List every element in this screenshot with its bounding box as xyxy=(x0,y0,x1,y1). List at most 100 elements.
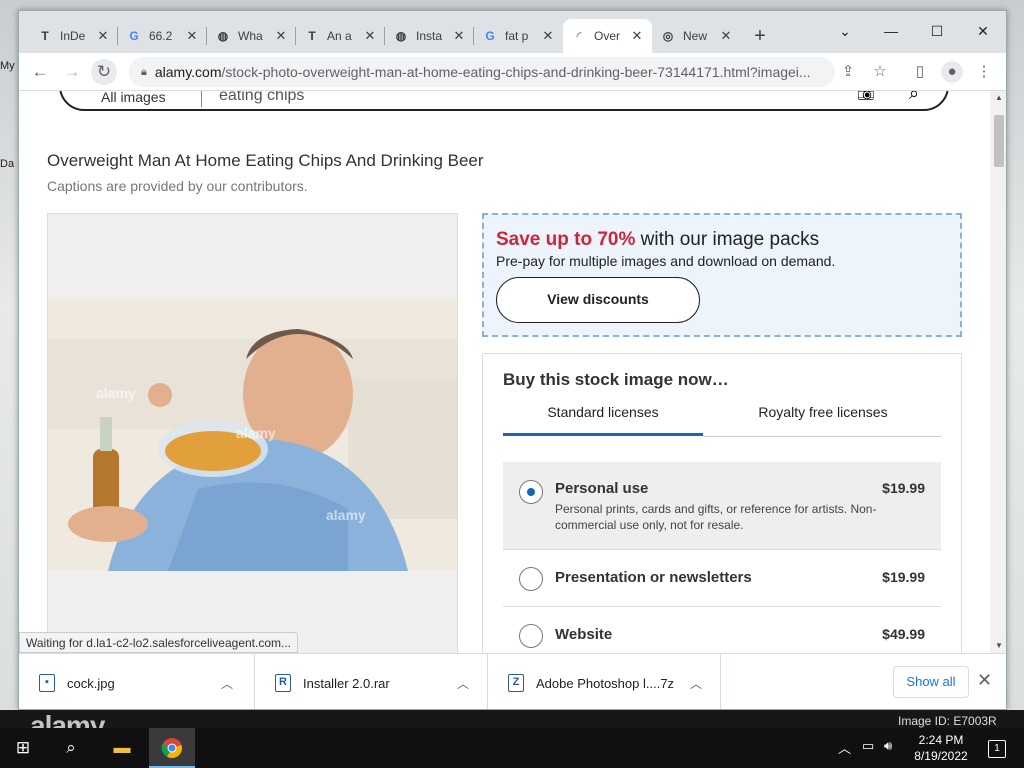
desktop-strip xyxy=(0,710,1024,730)
tab-favicon-icon: T xyxy=(308,29,316,43)
license-option-presentation[interactable]: Presentation or newsletters $19.99 xyxy=(503,550,941,607)
tab-title: Wha xyxy=(238,29,263,43)
close-tab-icon[interactable]: ✕ xyxy=(363,28,377,44)
share-icon[interactable]: ⇪ xyxy=(837,61,859,83)
site-search-bar[interactable]: All images eating chips 📷︎ ⌕ xyxy=(59,91,949,111)
download-item[interactable]: ▪ cock.jpg ︿ xyxy=(19,654,255,709)
archive-file-icon: Z xyxy=(508,674,524,692)
stock-photo[interactable]: alamy alamy alamy xyxy=(48,299,457,571)
radio-presentation[interactable] xyxy=(519,567,543,591)
show-all-downloads-button[interactable]: Show all xyxy=(893,666,969,698)
scroll-down-arrow-icon[interactable]: ▼ xyxy=(990,639,1006,653)
start-windows-icon[interactable]: ⊞ xyxy=(0,728,46,768)
browser-tab[interactable]: ◎ New ✕ xyxy=(652,19,741,53)
close-tab-icon[interactable]: ✕ xyxy=(452,28,466,44)
minimize-icon[interactable]: — xyxy=(868,17,914,45)
reload-icon[interactable]: ↻ xyxy=(91,59,117,85)
browser-tab[interactable]: ◍ Wha ✕ xyxy=(207,19,296,53)
tab-royalty-free-licenses[interactable]: Royalty free licenses xyxy=(723,404,923,436)
close-tab-icon[interactable]: ✕ xyxy=(719,28,733,44)
loading-spinner-icon: ◜ xyxy=(576,29,582,43)
tab-favicon-icon: ◍ xyxy=(217,29,229,43)
desktop-icon-label[interactable]: Da xyxy=(0,158,14,170)
bookmark-star-icon[interactable]: ☆ xyxy=(869,61,891,83)
scroll-up-arrow-icon[interactable]: ▲ xyxy=(990,91,1006,105)
lock-icon[interactable]: 🔒︎ xyxy=(141,66,147,79)
watermark-text: alamy xyxy=(96,385,136,401)
radio-personal-use[interactable] xyxy=(519,480,543,504)
download-item[interactable]: Z Adobe Photoshop l....7z ︿ xyxy=(488,654,721,709)
profile-avatar-icon[interactable]: ● xyxy=(941,61,963,83)
system-clock[interactable]: 2:24 PM 8/19/2022 xyxy=(906,732,976,764)
promo-highlight: Save up to 70% xyxy=(496,229,636,250)
image-file-icon: ▪ xyxy=(39,674,55,692)
license-option-personal-use[interactable]: Personal use $19.99 Personal prints, car… xyxy=(503,462,941,550)
chevron-up-tray-icon[interactable]: ︿ xyxy=(838,738,851,757)
close-tab-icon[interactable]: ✕ xyxy=(630,28,644,44)
camera-search-icon[interactable]: 📷︎ xyxy=(857,91,875,102)
browser-window: T InDe ✕ G 66.2 ✕ ◍ Wha ✕ T An a ✕ ◍ Ins… xyxy=(18,10,1007,710)
new-tab-plus-icon[interactable]: + xyxy=(749,25,771,48)
side-panel-icon[interactable]: ▯ xyxy=(909,61,931,83)
file-explorer-icon[interactable]: ▬ xyxy=(99,728,145,768)
tab-title: New xyxy=(683,29,708,43)
chevron-up-icon[interactable]: ︿ xyxy=(453,675,473,692)
tab-strip: T InDe ✕ G 66.2 ✕ ◍ Wha ✕ T An a ✕ ◍ Ins… xyxy=(19,11,1006,53)
tab-search-chevron-icon[interactable]: ⌄ xyxy=(822,17,868,45)
network-icon[interactable]: ▭ xyxy=(862,738,874,754)
page-scrollbar[interactable]: ▲ ▼ xyxy=(990,91,1006,653)
chrome-icon[interactable] xyxy=(149,728,195,768)
browser-tab[interactable]: T InDe ✕ xyxy=(29,19,118,53)
chevron-up-icon[interactable]: ︿ xyxy=(217,675,237,692)
download-item[interactable]: R Installer 2.0.rar ︿ xyxy=(255,654,488,709)
license-option-name: Presentation or newsletters xyxy=(555,569,752,586)
search-icon[interactable]: ⌕ xyxy=(48,728,94,768)
image-preview-frame: alamy alamy alamy xyxy=(47,213,458,653)
chevron-up-icon[interactable]: ︿ xyxy=(686,675,706,692)
back-arrow-icon[interactable]: ← xyxy=(27,59,53,85)
scroll-thumb[interactable] xyxy=(994,115,1004,167)
tab-favicon-icon: T xyxy=(41,29,49,43)
close-tab-icon[interactable]: ✕ xyxy=(185,28,199,44)
desktop-icon-label[interactable]: My xyxy=(0,60,15,72)
browser-tab[interactable]: ◍ Insta ✕ xyxy=(385,19,474,53)
promo-title-rest: with our image packs xyxy=(635,229,820,250)
tab-favicon-icon: G xyxy=(485,29,495,43)
maximize-icon[interactable]: ☐ xyxy=(914,17,960,45)
browser-tab[interactable]: T An a ✕ xyxy=(296,19,385,53)
browser-toolbar: ← → ↻ 🔒︎ alamy.com/stock-photo-overweigh… xyxy=(19,53,1006,91)
close-tab-icon[interactable]: ✕ xyxy=(274,28,288,44)
close-tab-icon[interactable]: ✕ xyxy=(541,28,555,44)
license-option-name: Website xyxy=(555,626,613,643)
search-icon[interactable]: ⌕ xyxy=(909,91,919,104)
page-title: Overweight Man At Home Eating Chips And … xyxy=(47,151,484,170)
search-filter-dropdown[interactable]: All images xyxy=(101,91,166,105)
close-shelf-icon[interactable]: ✕ xyxy=(977,670,992,691)
browser-tab[interactable]: G 66.2 ✕ xyxy=(118,19,207,53)
tab-standard-licenses[interactable]: Standard licenses xyxy=(503,404,703,436)
notification-center-icon[interactable]: 1 xyxy=(988,740,1006,758)
image-packs-promo: Save up to 70% with our image packs Pre-… xyxy=(482,213,962,337)
close-window-icon[interactable]: ✕ xyxy=(960,17,1006,45)
close-tab-icon[interactable]: ✕ xyxy=(96,28,110,44)
windows-taskbar: ⊞ ⌕ ▬ ︿ ▭ 🔊︎ 2:24 PM 8/19/2022 1 xyxy=(0,728,1024,768)
downloads-shelf: ▪ cock.jpg ︿ R Installer 2.0.rar ︿ Z Ado… xyxy=(19,653,1006,709)
license-option-description: Personal prints, cards and gifts, or ref… xyxy=(555,502,877,532)
view-discounts-button[interactable]: View discounts xyxy=(496,277,700,323)
menu-kebab-icon[interactable]: ⋮ xyxy=(973,61,995,83)
download-filename: Installer 2.0.rar xyxy=(303,675,390,691)
address-bar[interactable]: 🔒︎ alamy.com/stock-photo-overweight-man-… xyxy=(129,57,835,87)
tab-title: fat p xyxy=(505,29,529,43)
volume-icon[interactable]: 🔊︎ xyxy=(884,738,892,754)
license-purchase-panel: Buy this stock image now… Standard licen… xyxy=(482,353,962,653)
radio-website[interactable] xyxy=(519,624,543,648)
browser-tab[interactable]: G fat p ✕ xyxy=(474,19,563,53)
license-option-website[interactable]: Website $49.99 xyxy=(503,607,941,653)
search-input[interactable]: eating chips xyxy=(219,91,304,105)
caption-note: Captions are provided by our contributor… xyxy=(47,178,308,194)
forward-arrow-icon[interactable]: → xyxy=(59,59,85,85)
url-host: alamy.com xyxy=(154,64,222,80)
tab-favicon-icon: G xyxy=(129,29,139,43)
download-filename: Adobe Photoshop l....7z xyxy=(536,675,675,691)
browser-tab-active[interactable]: ◜ Over ✕ xyxy=(563,19,652,53)
